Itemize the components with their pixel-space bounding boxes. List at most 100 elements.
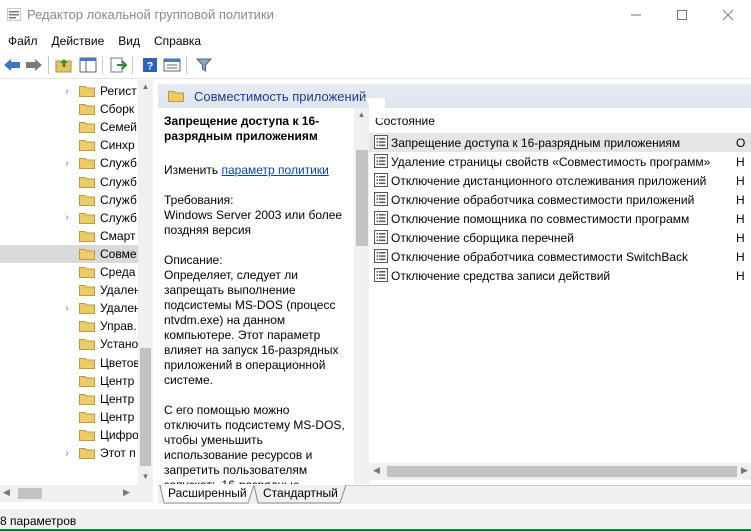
export-icon [110, 57, 127, 73]
policy-state: Н [736, 174, 745, 188]
folder-icon [79, 122, 95, 134]
tree-item[interactable]: › Служб [0, 209, 138, 227]
tree-item[interactable]: Центр [0, 372, 138, 390]
back-button[interactable] [2, 55, 22, 75]
menu-view[interactable]: Вид [118, 30, 140, 51]
tree-item[interactable]: Служб [0, 173, 138, 191]
view-icon [163, 58, 181, 72]
status-bar: 8 параметров [0, 509, 751, 531]
tree-item[interactable]: Цветов [0, 354, 140, 372]
policy-state: Н [736, 250, 745, 264]
chevron-right-icon[interactable]: › [63, 86, 71, 97]
view-button[interactable] [162, 55, 182, 75]
tree-vertical-scrollbar[interactable]: ▲ ▼ [138, 80, 153, 485]
chevron-right-icon[interactable]: › [63, 303, 71, 314]
policy-row[interactable]: Удаление страницы свойств «Совместимость… [369, 152, 751, 171]
policy-row[interactable]: Отключение обработчика совместимости Swi… [369, 247, 751, 266]
description-panel: Запрещение доступа к 16-разрядным прилож… [158, 108, 354, 484]
tree-item[interactable]: Цифро [0, 426, 139, 444]
tree-item[interactable]: Совме [0, 244, 138, 263]
tree-item-label: Регист [100, 84, 137, 98]
tree-hscroll-thumb[interactable] [18, 488, 42, 499]
edit-prefix: Изменить [164, 163, 219, 177]
chevron-right-icon[interactable]: › [63, 448, 71, 459]
folder-icon [79, 285, 95, 297]
tree-item[interactable]: › Этот п [0, 444, 138, 462]
menu-file[interactable]: Файл [8, 30, 38, 51]
toolbar-separator [48, 56, 49, 74]
tree-item[interactable]: Синхр [0, 136, 138, 154]
tree-item-label: Цифро [100, 427, 139, 442]
forward-button[interactable] [24, 55, 44, 75]
tree-item[interactable]: › Удален [0, 299, 140, 317]
scroll-right-icon[interactable]: ▶ [741, 465, 748, 476]
tree-item-label: Центр [100, 373, 135, 388]
list-horizontal-scrollbar[interactable]: ◀ ▶ [369, 463, 751, 480]
tab-standard[interactable]: Стандартный [263, 486, 338, 503]
minimize-button[interactable] [613, 0, 659, 30]
help-button[interactable]: ? [140, 55, 160, 75]
scroll-down-icon[interactable]: ▼ [140, 472, 151, 482]
tree-item[interactable]: Устано [0, 335, 138, 353]
tree-horizontal-scrollbar[interactable]: ◀ ▶ [0, 485, 153, 502]
scroll-left-icon[interactable]: ◀ [3, 487, 10, 498]
tree-item[interactable]: Среда [0, 263, 138, 281]
description-scroll-thumb[interactable] [356, 150, 368, 246]
folder-icon [79, 393, 95, 405]
tree-item[interactable]: Центр [0, 408, 138, 426]
menu-action[interactable]: Действие [52, 30, 105, 51]
policy-row[interactable]: Отключение дистанционного отслеживания п… [369, 171, 751, 190]
tab-curve [355, 98, 385, 118]
policy-row[interactable]: Отключение обработчика совместимости при… [369, 190, 751, 209]
folder-icon [79, 230, 95, 242]
pane-title: Совместимость приложений [194, 89, 367, 104]
show-tree-button[interactable] [78, 55, 98, 75]
folder-icon [79, 411, 95, 423]
requirements-text: Windows Server 2003 или более поздняя ве… [164, 208, 343, 237]
policy-name: Отключение обработчика совместимости Swi… [391, 250, 689, 264]
policy-setting-icon [374, 211, 388, 225]
scroll-left-icon[interactable]: ◀ [373, 465, 380, 476]
tree-item[interactable]: Служб [0, 191, 138, 209]
tree-item-label: Этот п [100, 446, 136, 460]
edit-policy-link[interactable]: параметр политики [221, 163, 328, 177]
tree-item[interactable]: Сборк [0, 100, 138, 118]
tree-item[interactable]: › Регист [0, 82, 138, 100]
tree-item[interactable]: Семей [0, 118, 138, 136]
folder-icon [79, 194, 95, 206]
policy-row[interactable]: Отключение средства записи действий Н [369, 266, 751, 285]
tree-item-label: Совме [100, 246, 137, 261]
chevron-right-icon[interactable]: › [63, 158, 71, 169]
scroll-up-icon[interactable]: ▲ [140, 82, 151, 92]
close-button[interactable] [705, 0, 751, 30]
tree-pane: › Регист Сборк Семей Синхр › Служб Служб Служб › С… [0, 80, 152, 485]
scroll-right-icon[interactable]: ▶ [123, 487, 130, 498]
export-button[interactable] [108, 55, 128, 75]
window-title: Редактор локальной групповой политики [27, 7, 274, 22]
policy-row[interactable]: Отключение помощника по совместимости пр… [369, 209, 751, 228]
policy-row[interactable]: Отключение сборщика перечней Н [369, 228, 751, 247]
folder-icon [79, 248, 95, 260]
svg-text:?: ? [147, 61, 154, 73]
tree-item[interactable]: Смарт [0, 227, 138, 245]
chevron-right-icon[interactable]: › [63, 212, 71, 223]
policy-row[interactable]: Запрещение доступа к 16-разрядным прилож… [369, 133, 751, 152]
folder-icon [79, 212, 95, 224]
filter-button[interactable] [194, 55, 214, 75]
list-hscroll-thumb[interactable] [387, 466, 737, 477]
tree-item[interactable]: › Служб [0, 154, 138, 172]
tree-item[interactable]: Центр [0, 390, 138, 408]
tree-item-label: Устано [100, 337, 139, 352]
tree-item[interactable]: Удален [0, 281, 141, 299]
folder-icon [79, 303, 95, 315]
toolbar: ? [0, 52, 751, 79]
tree-scroll-thumb[interactable] [140, 348, 151, 466]
menu-help[interactable]: Справка [154, 30, 201, 51]
tree-item-label: Смарт [100, 228, 136, 243]
folder-icon [79, 448, 95, 459]
up-folder-button[interactable] [54, 55, 74, 75]
maximize-button[interactable] [659, 0, 705, 30]
tree-item[interactable]: Управ. [0, 317, 138, 335]
tab-extended[interactable]: Расширенный [168, 486, 247, 503]
policy-setting-icon [374, 268, 388, 282]
